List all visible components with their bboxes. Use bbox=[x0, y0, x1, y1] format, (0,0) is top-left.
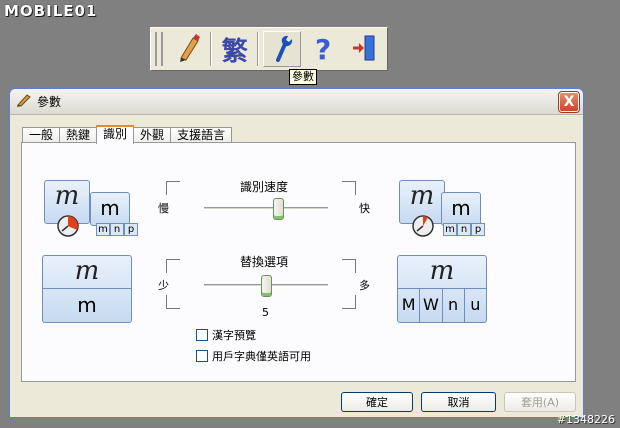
option-letter: W bbox=[420, 289, 443, 322]
stopwatch-fast-icon bbox=[411, 214, 435, 241]
few-options-icon: m m bbox=[42, 255, 132, 323]
dialog-title: 參數 bbox=[37, 95, 62, 109]
script-row: m bbox=[398, 256, 486, 289]
option-letter: u bbox=[470, 295, 481, 314]
toolbar-separator bbox=[210, 32, 213, 66]
replace-slider-thumb[interactable] bbox=[260, 275, 272, 297]
slow-recognition-icon: m m m n p bbox=[44, 180, 138, 241]
recognition-panel: m m m n p 識別速度 慢 快 m m m n p m m 替換選項 少 … bbox=[21, 142, 576, 382]
letter-glyph: m bbox=[100, 196, 120, 220]
option-letter: n bbox=[443, 289, 465, 322]
parameters-dialog: 參數 X 一般 熱鍵 識別 外觀 支援語言 m m m n p 識別速度 慢 快… bbox=[9, 88, 584, 418]
checkbox-label: 用戶字典僅英語可用 bbox=[212, 350, 311, 363]
checkbox-label: 漢字預覽 bbox=[212, 329, 256, 342]
letter-glyph: m bbox=[451, 196, 471, 220]
letter-glyph: m bbox=[77, 293, 97, 317]
speed-max-label: 快 bbox=[359, 202, 370, 215]
letter-row: M W n u bbox=[398, 289, 486, 322]
close-button[interactable]: X bbox=[558, 91, 580, 113]
kanji-preview-checkbox[interactable]: 漢字預覽 bbox=[196, 327, 256, 343]
apply-button[interactable]: 套用(A) bbox=[504, 392, 576, 412]
pen-icon bbox=[175, 33, 201, 65]
tooltip: 參數 bbox=[289, 69, 317, 85]
script-glyph: m bbox=[409, 181, 435, 211]
help-icon: ? bbox=[315, 32, 332, 66]
replace-value: 5 bbox=[262, 306, 269, 319]
fast-recognition-icon: m m m n p bbox=[399, 180, 485, 240]
toolbar-grip[interactable] bbox=[155, 32, 163, 66]
cancel-button[interactable]: 取消 bbox=[421, 392, 496, 412]
mini-letter: n bbox=[457, 223, 471, 236]
mini-letter: p bbox=[124, 223, 138, 236]
replace-min-label: 少 bbox=[158, 279, 169, 292]
letter-card: m bbox=[90, 192, 130, 226]
script-glyph: m bbox=[74, 256, 100, 286]
toolbar-separator bbox=[257, 32, 260, 66]
option-letter: M bbox=[398, 289, 421, 322]
speed-slider-thumb[interactable] bbox=[272, 198, 284, 220]
many-options-icon: m M W n u bbox=[397, 255, 487, 323]
dialog-titlebar[interactable]: 參數 bbox=[10, 89, 583, 115]
replace-bracket bbox=[166, 259, 180, 273]
script-glyph: m bbox=[54, 181, 80, 211]
replace-bracket bbox=[166, 295, 180, 309]
settings-button[interactable] bbox=[263, 31, 301, 67]
wrench-icon bbox=[270, 34, 294, 65]
help-button[interactable]: ? bbox=[305, 31, 342, 67]
replace-bracket bbox=[342, 259, 356, 273]
exit-button[interactable] bbox=[346, 31, 383, 67]
stopwatch-slow-icon bbox=[56, 214, 80, 241]
speed-slider-track[interactable] bbox=[204, 207, 328, 210]
pen-title-icon bbox=[16, 93, 32, 110]
replace-max-label: 多 bbox=[359, 279, 370, 292]
checkbox-box[interactable] bbox=[196, 329, 208, 341]
ok-button[interactable]: 確定 bbox=[341, 392, 413, 412]
mobile01-logo: MOBILE01 bbox=[4, 2, 98, 20]
exit-door-icon bbox=[351, 34, 377, 65]
checkbox-box[interactable] bbox=[196, 350, 208, 362]
mini-letter: n bbox=[110, 223, 124, 236]
letter-row: m bbox=[43, 289, 131, 324]
pen-button[interactable] bbox=[169, 31, 206, 67]
tab-recognition[interactable]: 識別 bbox=[96, 125, 135, 144]
traditional-label: 繁 bbox=[221, 36, 248, 67]
mini-letter: p bbox=[471, 223, 485, 236]
replace-title: 替換選項 bbox=[240, 255, 289, 269]
mini-letter: m bbox=[443, 223, 457, 236]
watermark: #1348226 bbox=[556, 413, 615, 426]
speed-title: 識別速度 bbox=[240, 180, 289, 194]
speed-bracket bbox=[166, 181, 180, 195]
letter-card: m bbox=[441, 192, 481, 226]
speed-min-label: 慢 bbox=[158, 202, 169, 215]
speed-bracket bbox=[342, 181, 356, 195]
tab-strip: 一般 熱鍵 識別 外觀 支援語言 bbox=[22, 125, 233, 144]
mini-letter: m bbox=[96, 223, 110, 236]
script-row: m bbox=[43, 256, 131, 289]
ime-toolbar: 繁 ? bbox=[150, 27, 388, 71]
replace-bracket bbox=[342, 295, 356, 309]
traditional-chinese-button[interactable]: 繁 bbox=[216, 31, 253, 67]
user-dict-english-checkbox[interactable]: 用戶字典僅英語可用 bbox=[196, 348, 311, 364]
script-glyph: m bbox=[429, 256, 455, 286]
